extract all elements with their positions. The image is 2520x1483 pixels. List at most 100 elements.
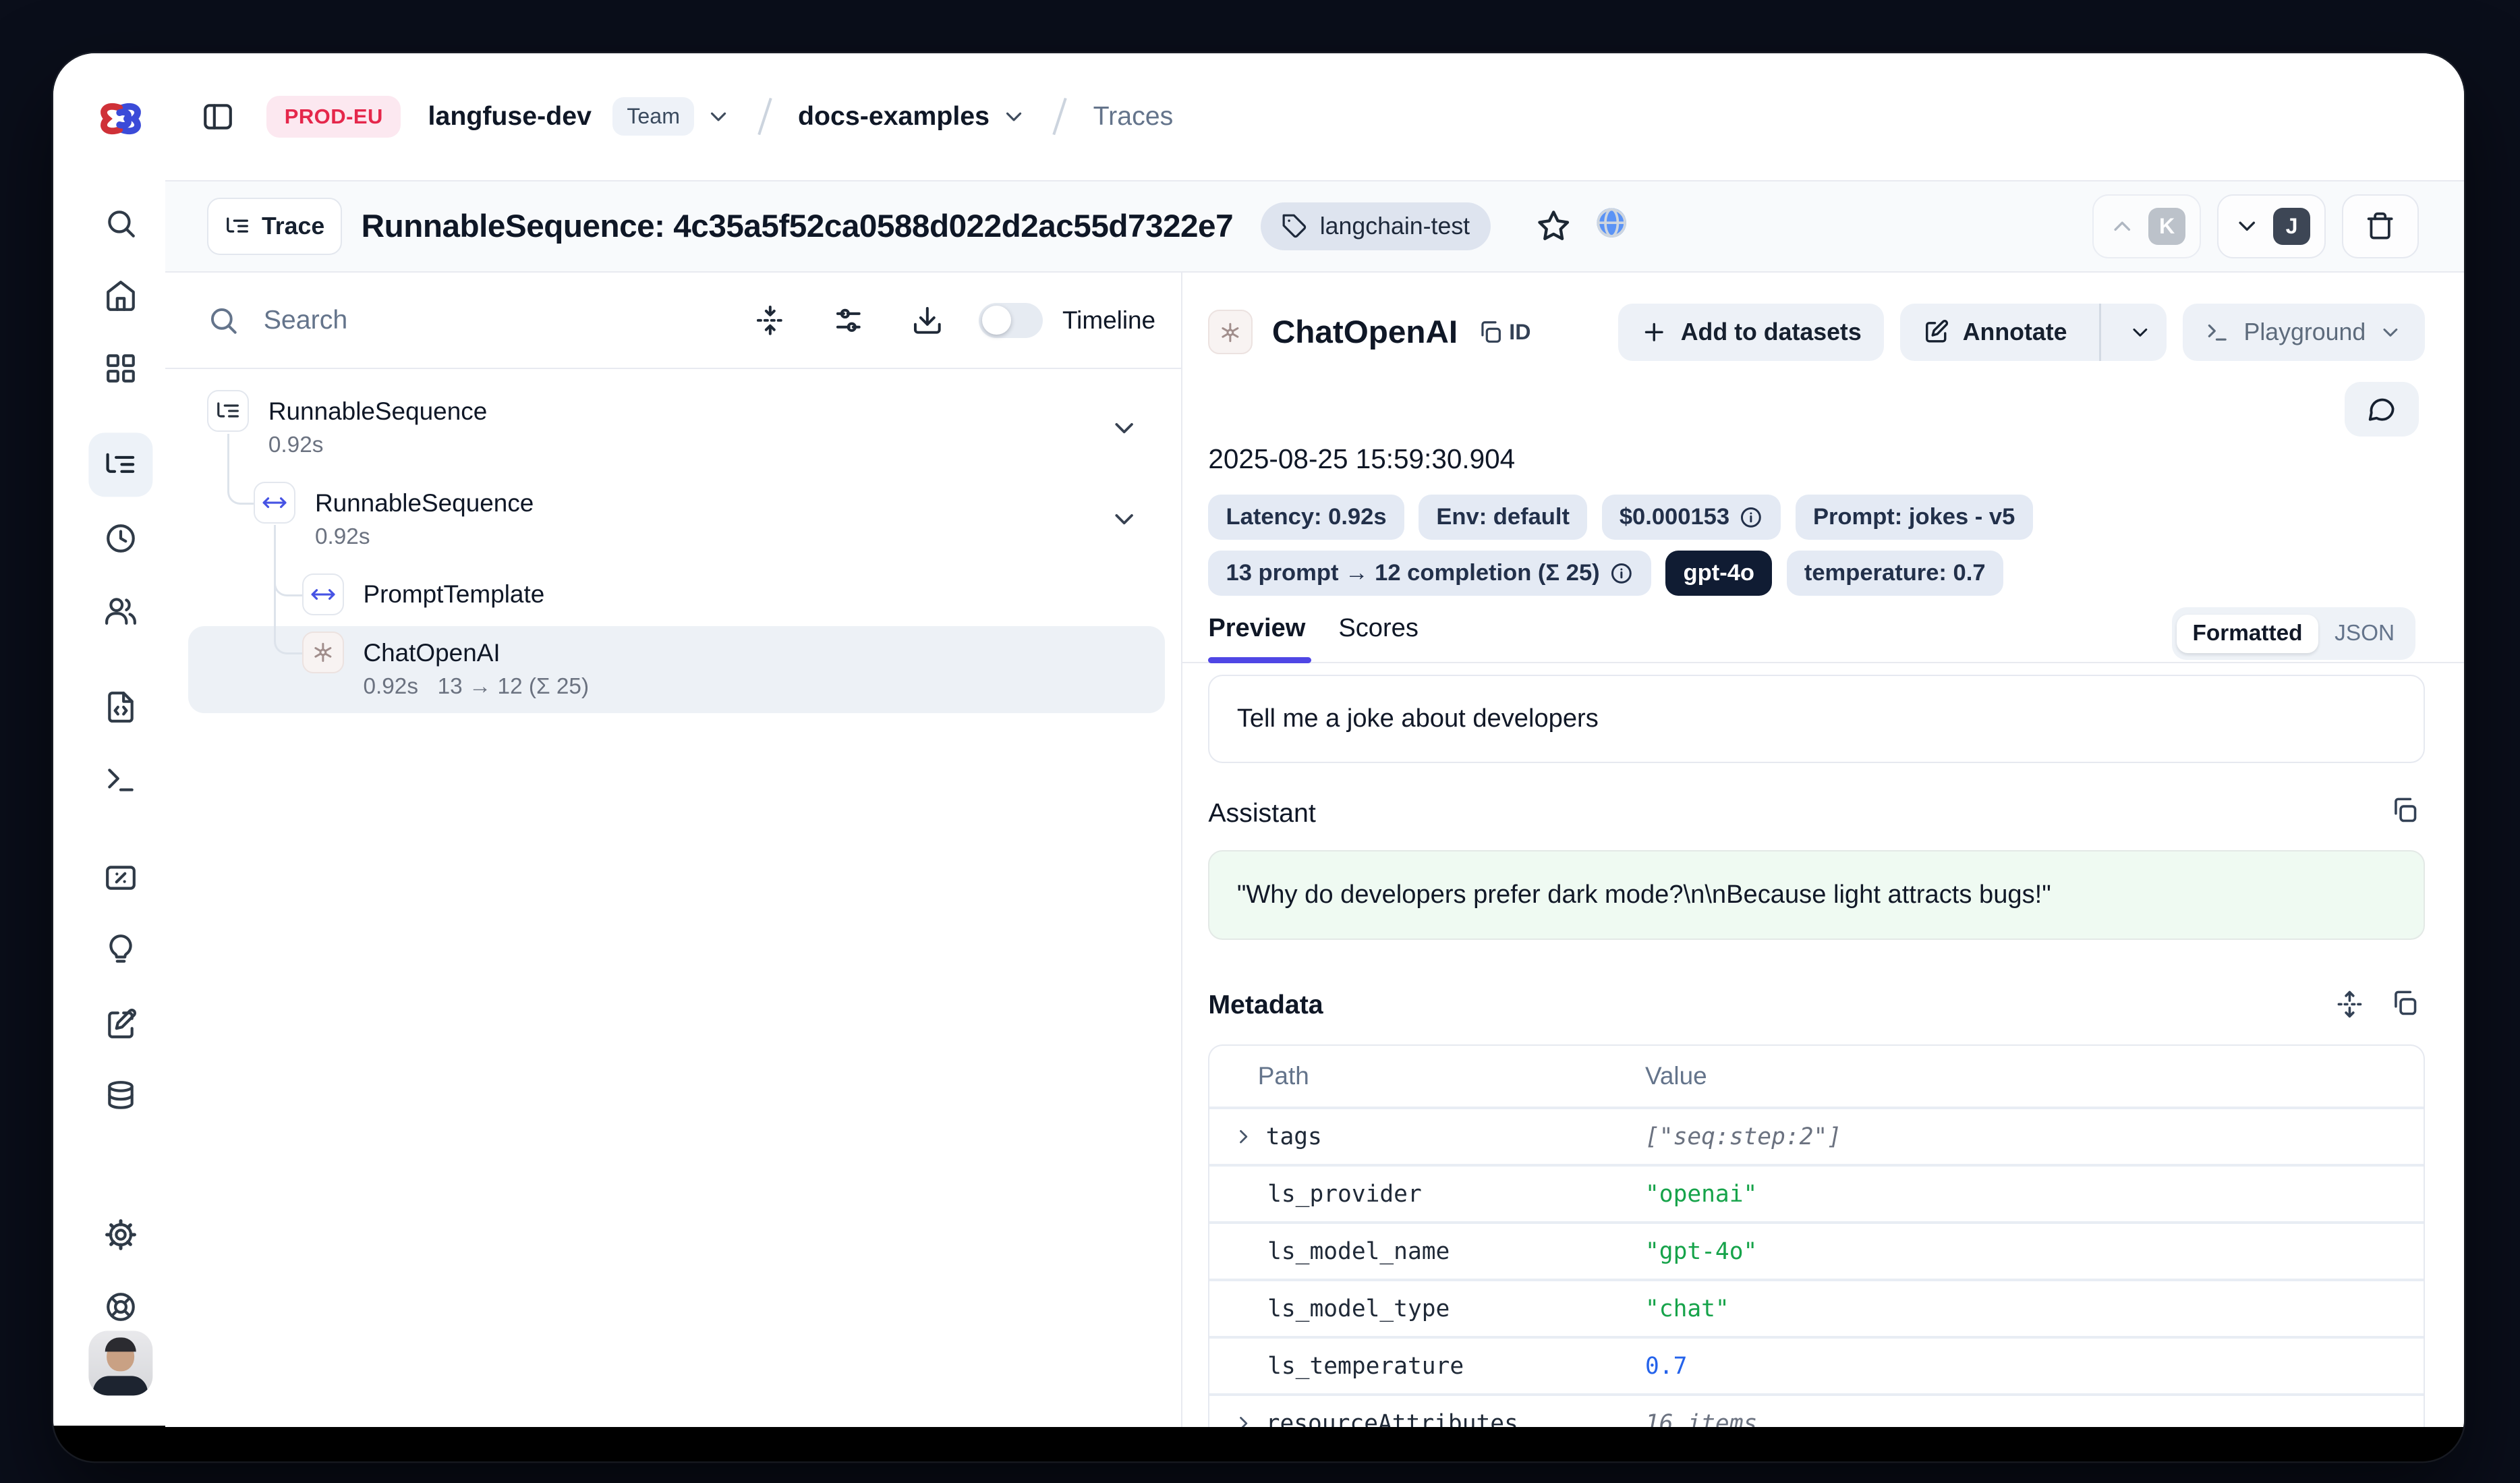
metadata-row[interactable]: tags ["seq:step:2"] (1209, 1109, 2424, 1167)
metadata-row[interactable]: resourceAttributes 16 items (1209, 1396, 2424, 1427)
chevron-down-icon (2233, 213, 2261, 240)
sidebar-item-users[interactable] (103, 594, 138, 627)
chevron-down-icon (2128, 320, 2152, 345)
active-tab-indicator (1208, 657, 1311, 664)
message-bubble-icon (2366, 394, 2397, 424)
copy-icon (2390, 988, 2419, 1017)
sidebar-item-evaluators[interactable] (104, 933, 138, 967)
expand-metadata-button[interactable] (2335, 990, 2364, 1019)
tab-preview[interactable]: Preview (1208, 613, 1305, 643)
view-mode-json[interactable]: JSON (2318, 615, 2411, 653)
annotate-button[interactable]: Annotate (1900, 304, 2086, 362)
model-badge[interactable]: gpt-4o (1665, 551, 1772, 596)
badge-row-2: 13 prompt → 12 completion (Σ 25) gpt-4o … (1208, 551, 2003, 596)
tree-node-prompt-template[interactable]: PromptTemplate (302, 573, 544, 615)
assistant-message-text: "Why do developers prefer dark mode?\n\n… (1237, 880, 2051, 910)
collapse-node-chevron[interactable] (1109, 413, 1139, 443)
bookmark-star-button[interactable] (1536, 208, 1571, 244)
metadata-table-header: Path Value (1209, 1046, 2424, 1110)
settings-sliders-icon[interactable] (832, 304, 865, 337)
tab-scores[interactable]: Scores (1338, 613, 1419, 643)
sidebar-item-home[interactable] (104, 279, 138, 312)
assistant-message-box: "Why do developers prefer dark mode?\n\n… (1208, 850, 2425, 940)
copy-id-button[interactable]: ID (1477, 319, 1531, 345)
sidebar-item-support[interactable] (104, 1290, 138, 1324)
observation-tree-panel: Timeline RunnableSequence 0.92s (165, 273, 1182, 1427)
latency-badge: Latency: 0.92s (1208, 495, 1404, 540)
sidebar-item-prompts[interactable] (104, 690, 138, 724)
tree-search-input[interactable] (260, 304, 754, 337)
sidebar-item-settings[interactable] (104, 1218, 138, 1252)
chevron-down-icon (1109, 413, 1139, 443)
trace-tree-icon (225, 213, 250, 239)
assistant-section-label: Assistant (1208, 798, 1315, 829)
copy-metadata-button[interactable] (2390, 988, 2419, 1017)
panel-left-toggle[interactable] (201, 100, 235, 134)
node-duration: 0.92s (363, 670, 418, 704)
tree-node-chat-openai[interactable]: ChatOpenAI 0.92s 13 → 12 (Σ 25) (302, 632, 589, 704)
metadata-value: "chat" (1645, 1295, 1729, 1322)
sidebar-item-tracing[interactable] (88, 432, 152, 497)
collapse-vertical-icon[interactable] (754, 304, 786, 337)
metadata-heading: Metadata (1208, 990, 1323, 1020)
add-to-datasets-button[interactable]: Add to datasets (1618, 304, 1884, 362)
user-avatar[interactable] (88, 1331, 152, 1395)
delete-trace-button[interactable] (2342, 194, 2419, 258)
token-usage-badge[interactable]: 13 prompt → 12 completion (Σ 25) (1208, 551, 1651, 596)
sidebar-item-sessions[interactable] (104, 522, 138, 555)
copy-icon (1477, 319, 1503, 345)
tree-node-root[interactable]: RunnableSequence 0.92s (207, 390, 487, 462)
users-icon (103, 594, 138, 627)
sidebar-rail (53, 53, 167, 1426)
sidebar-item-scores[interactable] (103, 861, 138, 895)
breadcrumb-project[interactable]: docs-examples (798, 101, 990, 132)
tree-node-child[interactable]: RunnableSequence 0.92s (254, 482, 534, 554)
sidebar-item-dashboards[interactable] (104, 352, 138, 385)
column-value: Value (1645, 1062, 1707, 1090)
node-label: RunnableSequence (268, 395, 487, 428)
keycap-k: K (2148, 208, 2185, 245)
next-trace-button[interactable]: J (2217, 194, 2326, 258)
chevron-right-icon (1232, 1412, 1255, 1427)
observation-title: ChatOpenAI (1272, 314, 1458, 351)
collapse-node-chevron[interactable] (1109, 504, 1139, 534)
metadata-value: 16 items (1645, 1410, 1757, 1427)
copy-assistant-button[interactable] (2390, 795, 2419, 824)
sidebar-item-search[interactable] (104, 206, 138, 240)
public-link-button[interactable] (1594, 205, 1629, 247)
trace-tag[interactable]: langchain-test (1261, 202, 1491, 250)
trace-tree-icon (215, 398, 241, 424)
timeline-toggle[interactable] (979, 303, 1043, 338)
terminal-icon (2205, 319, 2231, 345)
lifebuoy-icon (104, 1290, 138, 1324)
breadcrumb-org[interactable]: langfuse-dev (428, 101, 592, 132)
sidebar-item-datasets[interactable] (104, 1080, 138, 1113)
download-icon[interactable] (911, 304, 944, 337)
playground-button[interactable]: Playground (2183, 304, 2425, 362)
observation-timestamp: 2025-08-25 15:59:30.904 (1208, 443, 1515, 475)
node-label: RunnableSequence (315, 486, 534, 520)
temperature-badge: temperature: 0.7 (1787, 551, 2003, 596)
sidebar-item-playground[interactable] (104, 763, 138, 797)
user-message-text: Tell me a joke about developers (1237, 704, 1599, 733)
view-mode-formatted[interactable]: Formatted (2177, 615, 2319, 653)
annotate-dropdown-chevron[interactable] (2114, 304, 2167, 362)
breadcrumb-page[interactable]: Traces (1093, 101, 1174, 132)
prompt-badge[interactable]: Prompt: jokes - v5 (1796, 495, 2033, 540)
org-switcher-chevron[interactable] (706, 104, 731, 130)
project-switcher-chevron[interactable] (1001, 104, 1027, 130)
user-message-box: Tell me a joke about developers (1208, 675, 2425, 763)
node-label: PromptTemplate (363, 578, 544, 611)
detail-tabs: Preview Scores Formatted JSON (1182, 611, 2463, 663)
chevron-down-icon (1001, 104, 1027, 130)
plus-icon (1640, 318, 1668, 346)
metadata-row: ls_model_type "chat" (1209, 1281, 2424, 1339)
prev-trace-button[interactable]: K (2092, 194, 2201, 258)
environment-badge: Env: default (1419, 495, 1587, 540)
cost-badge[interactable]: $0.000153 (1602, 495, 1781, 540)
panel-left-icon (201, 100, 235, 134)
comments-button[interactable] (2345, 382, 2419, 437)
sidebar-item-annotation[interactable] (104, 1007, 138, 1041)
move-horizontal-icon (262, 490, 287, 515)
langfuse-logo[interactable] (96, 98, 144, 146)
